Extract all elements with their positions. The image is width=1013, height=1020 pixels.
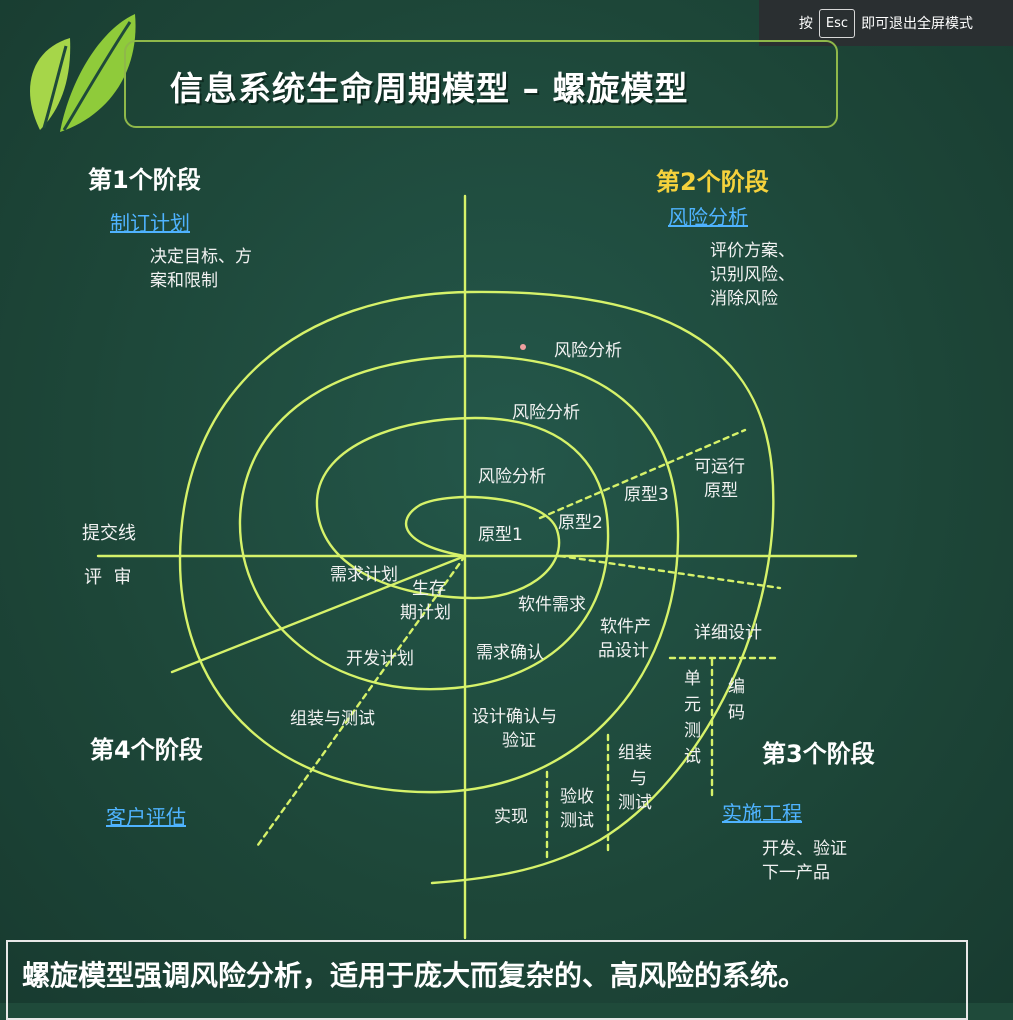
requirements-plan: 需求计划 — [330, 565, 398, 585]
implementation: 实现 — [494, 807, 528, 827]
review-label: 评 审 — [84, 567, 132, 588]
prototype-1: 原型1 — [478, 525, 523, 545]
development-plan: 开发计划 — [346, 649, 414, 669]
stage4-link[interactable]: 客户评估 — [106, 804, 186, 831]
detailed-design: 详细设计 — [694, 623, 762, 643]
unit-test-4: 试 — [684, 747, 701, 767]
stage3-title: 第3个阶段 — [762, 740, 875, 768]
stage1-title: 第1个阶段 — [88, 166, 201, 194]
assembly-test-1: 组装 — [618, 743, 652, 763]
stage3-desc-1: 开发、验证 — [762, 839, 847, 859]
product-design-2: 品设计 — [598, 641, 649, 661]
stage1-link[interactable]: 制订计划 — [110, 210, 190, 237]
assembly-test-3: 测试 — [618, 793, 652, 813]
coding-1: 编 — [728, 677, 745, 697]
stage2-desc-3: 消除风险 — [710, 289, 778, 309]
stage2-title: 第2个阶段 — [656, 168, 769, 196]
spiral-diagram — [96, 194, 858, 940]
prototype-2: 原型2 — [558, 513, 603, 533]
risk-analysis-inner: 风险分析 — [478, 467, 546, 487]
runnable-prototype-2: 原型 — [704, 481, 738, 501]
unit-test-2: 元 — [684, 695, 701, 715]
unit-test-3: 测 — [684, 721, 701, 741]
stage4-title: 第4个阶段 — [90, 736, 203, 764]
acceptance-test-2: 测试 — [560, 811, 594, 831]
unit-test-1: 单 — [684, 669, 701, 689]
stage2-link[interactable]: 风险分析 — [668, 204, 748, 231]
acceptance-test-1: 验收 — [560, 787, 594, 807]
lifecycle-plan-1: 生存 — [412, 579, 446, 599]
stage3-desc-2: 下一产品 — [762, 863, 830, 883]
summary-text: 螺旋模型强调风险分析，适用于庞大而复杂的、高风险的系统。 — [22, 959, 807, 992]
runnable-prototype-1: 可运行 — [694, 457, 745, 477]
stage1-desc-2: 案和限制 — [150, 271, 218, 291]
software-requirements: 软件需求 — [518, 595, 586, 615]
lifecycle-plan-2: 期计划 — [400, 603, 451, 623]
stage1-desc-1: 决定目标、方 — [150, 247, 252, 267]
design-validation-1: 设计确认与 — [472, 707, 557, 727]
commit-line-label: 提交线 — [82, 523, 136, 544]
design-validation-2: 验证 — [502, 731, 536, 751]
prototype-3: 原型3 — [624, 485, 669, 505]
laser-pointer-dot — [520, 344, 526, 350]
spiral-curve — [178, 290, 775, 885]
assembly-test-2: 与 — [630, 769, 647, 789]
integration-and-test: 组装与测试 — [290, 709, 375, 729]
coding-2: 码 — [728, 703, 745, 723]
risk-analysis-middle: 风险分析 — [512, 403, 580, 423]
stage3-link[interactable]: 实施工程 — [722, 800, 802, 827]
product-design-1: 软件产 — [600, 617, 651, 637]
requirements-validation: 需求确认 — [476, 643, 544, 663]
risk-analysis-outer: 风险分析 — [554, 341, 622, 361]
stage2-desc-1: 评价方案、 — [710, 241, 795, 261]
stage2-desc-2: 识别风险、 — [710, 265, 795, 285]
stage3-dashed-line — [558, 554, 782, 590]
